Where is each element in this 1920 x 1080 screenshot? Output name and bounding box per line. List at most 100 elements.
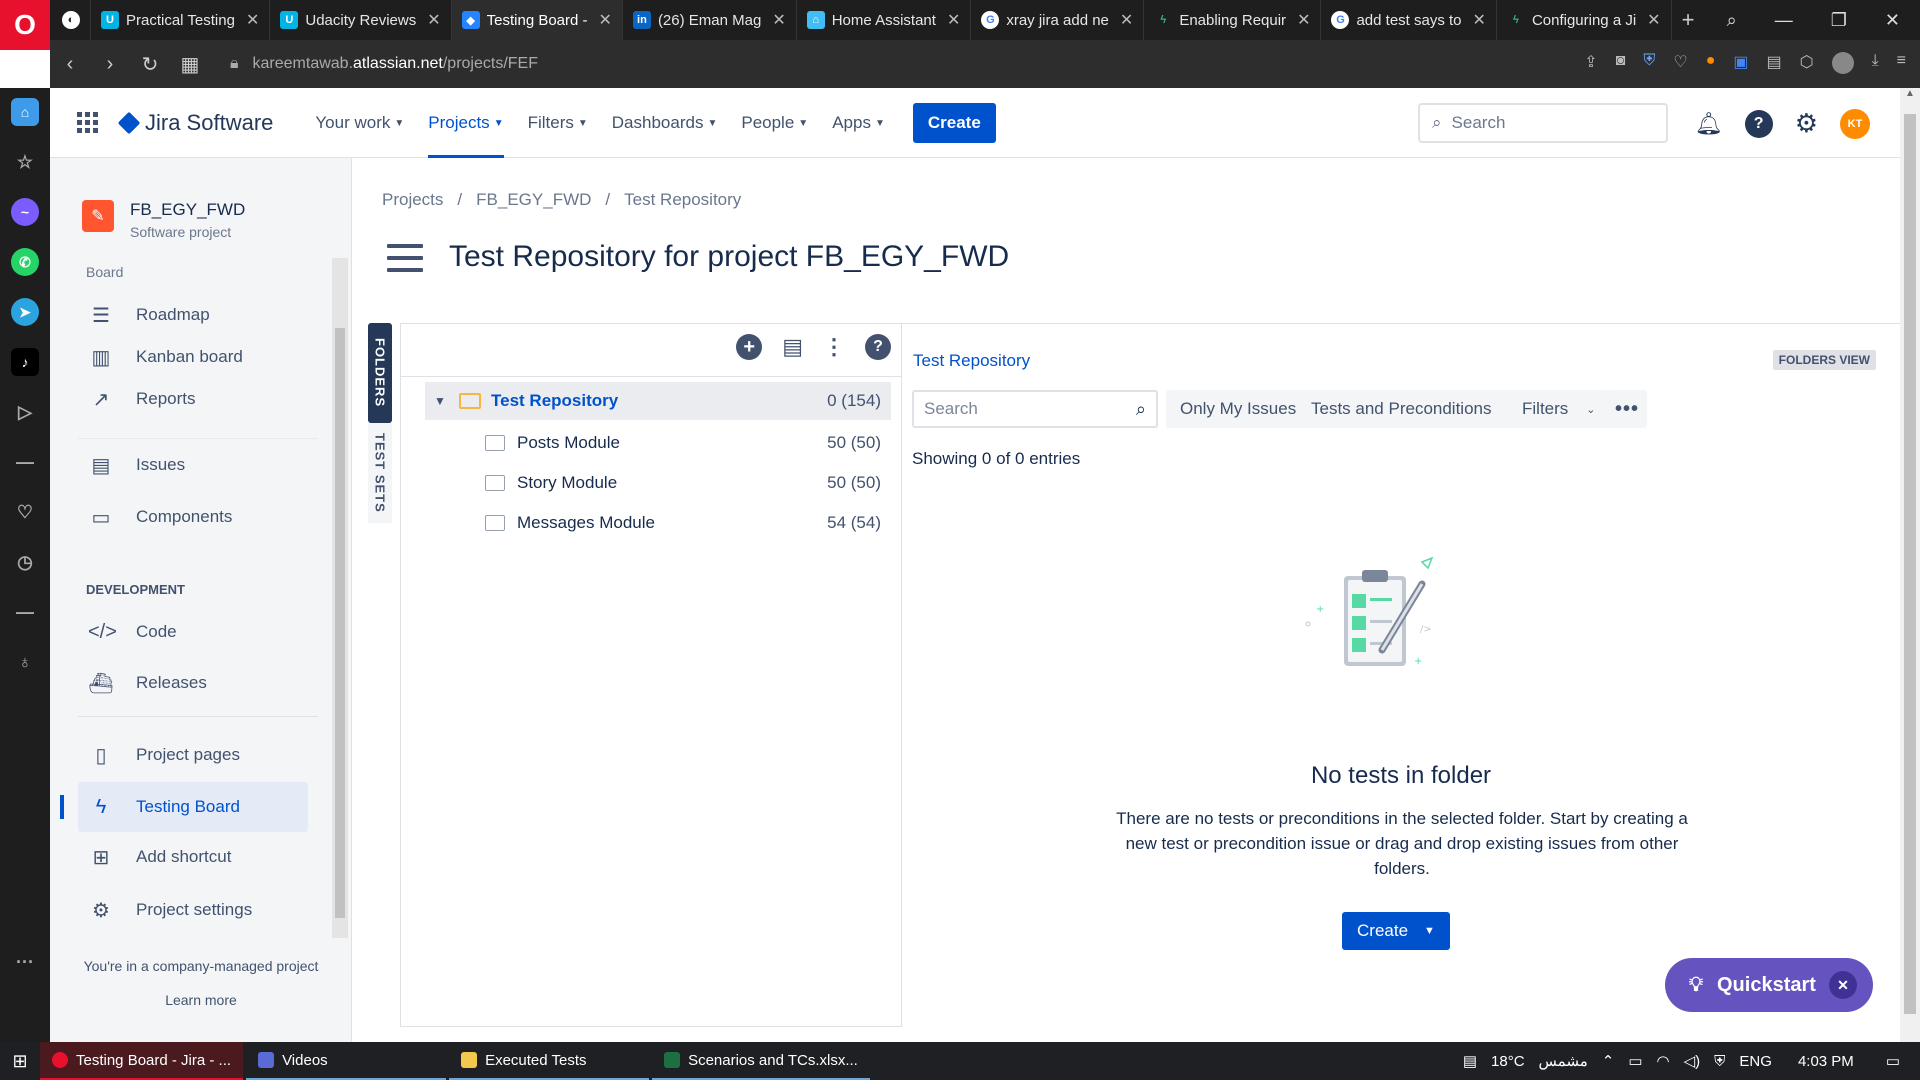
opera-logo-icon[interactable]: O — [0, 0, 50, 50]
filters-dropdown[interactable]: Filters ⌄ — [1508, 390, 1610, 428]
taskbar-item-opera[interactable]: Testing Board - Jira - ... — [40, 1042, 244, 1080]
nav-people[interactable]: People ▼ — [729, 88, 820, 158]
browser-tab[interactable]: U Udacity Reviews ✕ — [270, 0, 452, 40]
close-icon[interactable]: ✕ — [947, 10, 960, 30]
forward-icon[interactable]: › — [90, 53, 130, 76]
nav-filters[interactable]: Filters ▼ — [516, 88, 600, 158]
notifications-icon[interactable]: ▭ — [1886, 1052, 1900, 1070]
close-icon[interactable]: ✕ — [599, 10, 612, 30]
tab-grid-icon[interactable]: ▦ — [170, 52, 210, 77]
more-icon[interactable]: ··· — [11, 948, 39, 976]
home-icon[interactable]: ⌂ — [11, 98, 39, 126]
weather-text[interactable]: مشمس — [1539, 1052, 1588, 1070]
restore-icon[interactable]: ❐ — [1831, 10, 1847, 31]
shield-icon[interactable]: ⛨ — [1643, 52, 1655, 74]
jira-logo[interactable]: Jira Software — [117, 110, 273, 136]
scroll-thumb[interactable] — [1904, 114, 1916, 1014]
taskbar-item-excel[interactable]: Scenarios and TCs.xlsx... — [652, 1042, 870, 1080]
tree-folder-item[interactable]: Messages Module 54 (54) — [485, 504, 891, 542]
tree-root-folder[interactable]: ▼ Test Repository 0 (154) — [425, 382, 891, 420]
tab-test-sets[interactable]: TEST SETS — [368, 423, 392, 523]
close-icon[interactable]: ✕ — [772, 10, 785, 30]
url-field[interactable]: 🔒︎ kareemtawab.atlassian.net/projects/FE… — [230, 55, 538, 73]
bulb-icon[interactable]: ♁ — [11, 648, 39, 676]
browser-tab[interactable]: U Practical Testing ✕ — [91, 0, 271, 40]
only-my-issues-button[interactable]: Only My Issues — [1166, 390, 1311, 428]
news-icon[interactable]: ▤ — [1463, 1052, 1477, 1070]
extension-icon[interactable]: ● — [1706, 52, 1716, 74]
browser-tab[interactable]: in (26) Eman Mag ✕ — [623, 0, 797, 40]
breadcrumb-projects[interactable]: Projects — [382, 190, 443, 210]
close-icon[interactable]: ✕ — [427, 10, 440, 30]
browser-tab-active[interactable]: ◆ Testing Board - ✕ — [451, 0, 623, 40]
nav-apps[interactable]: Apps ▼ — [820, 88, 897, 158]
app-switcher-icon[interactable] — [77, 111, 99, 134]
help-icon[interactable]: ? — [1744, 109, 1773, 138]
player-icon[interactable]: ▷ — [11, 398, 39, 426]
nav-dashboards[interactable]: Dashboards ▼ — [600, 88, 730, 158]
taskbar-item-videos[interactable]: Videos — [246, 1042, 447, 1080]
download-icon[interactable]: ⤓ — [1872, 52, 1879, 74]
scroll-up-icon[interactable]: ▲ — [1900, 88, 1920, 108]
language-indicator[interactable]: ENG — [1739, 1053, 1772, 1070]
create-test-button[interactable]: Create ▼ — [1342, 912, 1450, 950]
taskbar-item-executed-tests[interactable]: Executed Tests — [449, 1042, 650, 1080]
sidebar-item-reports[interactable]: ↗ Reports — [78, 376, 308, 422]
close-icon[interactable]: ✕ — [1647, 10, 1660, 30]
learn-more-link[interactable]: Learn more — [50, 992, 352, 1008]
star-icon[interactable]: ☆ — [11, 148, 39, 176]
more-options-icon[interactable]: ••• — [1607, 390, 1647, 428]
sidebar-item-project-pages[interactable]: ▯ Project pages — [78, 732, 308, 778]
weather-temp[interactable]: 18°C — [1491, 1053, 1525, 1070]
sidebar-item-code[interactable]: </> Code — [78, 609, 308, 655]
whatsapp-icon[interactable]: ✆ — [11, 248, 39, 276]
quickstart-button[interactable]: 💡︎ Quickstart ✕ — [1665, 958, 1873, 1012]
tree-folder-item[interactable]: Posts Module 50 (50) — [485, 424, 891, 462]
messenger-icon[interactable]: ~ — [11, 198, 39, 226]
chevron-down-icon[interactable]: ▼ — [425, 394, 455, 408]
minimize-icon[interactable]: — — [1775, 10, 1793, 31]
chevron-up-icon[interactable]: ⌃ — [1602, 1052, 1615, 1070]
sidebar-item-issues[interactable]: ▤ Issues — [78, 442, 308, 488]
windows-start-icon[interactable]: ⊞ — [0, 1042, 40, 1080]
profile-avatar[interactable] — [1831, 52, 1854, 74]
volume-icon[interactable]: ◁) — [1684, 1052, 1701, 1070]
search-tabs-icon[interactable]: ⌕ — [1727, 10, 1737, 31]
tests-search-input[interactable]: Search ⌕ — [912, 390, 1158, 428]
sidebar-scrollbar[interactable] — [332, 258, 348, 938]
cube-icon[interactable]: ⬡ — [1800, 52, 1814, 74]
project-header[interactable]: ✎ FB_EGY_FWD Software project — [82, 200, 245, 240]
extension-icon[interactable]: ▤ — [1766, 52, 1781, 74]
heart-icon[interactable]: ♡ — [1673, 52, 1687, 74]
nav-your-work[interactable]: Your work ▼ — [303, 88, 416, 158]
add-folder-icon[interactable]: + — [736, 334, 763, 360]
browser-tab[interactable]: ⌂ Home Assistant ✕ — [797, 0, 972, 40]
hamburger-menu-icon[interactable] — [387, 244, 423, 272]
more-vertical-icon[interactable]: ⋮ — [823, 334, 845, 360]
close-icon[interactable]: ✕ — [1829, 971, 1857, 999]
tests-and-preconditions-dropdown[interactable]: Tests and Preconditions⌄ — [1297, 390, 1533, 428]
wifi-icon[interactable]: ◠ — [1657, 1052, 1670, 1070]
sidebar-item-releases[interactable]: ⛴ Releases — [78, 660, 308, 706]
sidebar-item-testing-board[interactable]: ϟ Testing Board — [78, 782, 308, 832]
page-scrollbar[interactable]: ▲ — [1900, 88, 1920, 1042]
close-icon[interactable]: ✕ — [1473, 10, 1486, 30]
reload-icon[interactable]: ↻ — [130, 52, 170, 77]
nav-projects[interactable]: Projects ▼ — [416, 88, 515, 158]
notifications-icon[interactable]: 🔔︎ — [1695, 111, 1723, 137]
browser-tab[interactable]: ϟ Configuring a Ji ✕ — [1497, 0, 1672, 40]
help-icon[interactable]: ? — [865, 334, 891, 360]
heart-icon[interactable]: ♡ — [11, 498, 39, 526]
tiktok-icon[interactable]: ♪ — [11, 348, 39, 376]
sidebar-item-add-shortcut[interactable]: ⊞ Add shortcut — [78, 834, 308, 880]
sidebar-item-project-settings[interactable]: ⚙ Project settings — [78, 887, 308, 933]
breadcrumb-test-repository[interactable]: Test Repository — [624, 190, 741, 210]
settings-gear-icon[interactable]: ⚙ — [1795, 108, 1818, 139]
history-icon[interactable]: ◷ — [11, 548, 39, 576]
search-input[interactable]: ⌕ Search — [1418, 103, 1668, 143]
new-tab-icon[interactable]: + — [1672, 0, 1705, 40]
security-icon[interactable]: ⛨ — [1714, 1053, 1725, 1070]
create-button[interactable]: Create — [912, 102, 996, 143]
close-icon[interactable]: ✕ — [246, 10, 259, 30]
folder-details-icon[interactable]: ▤ — [782, 334, 803, 360]
